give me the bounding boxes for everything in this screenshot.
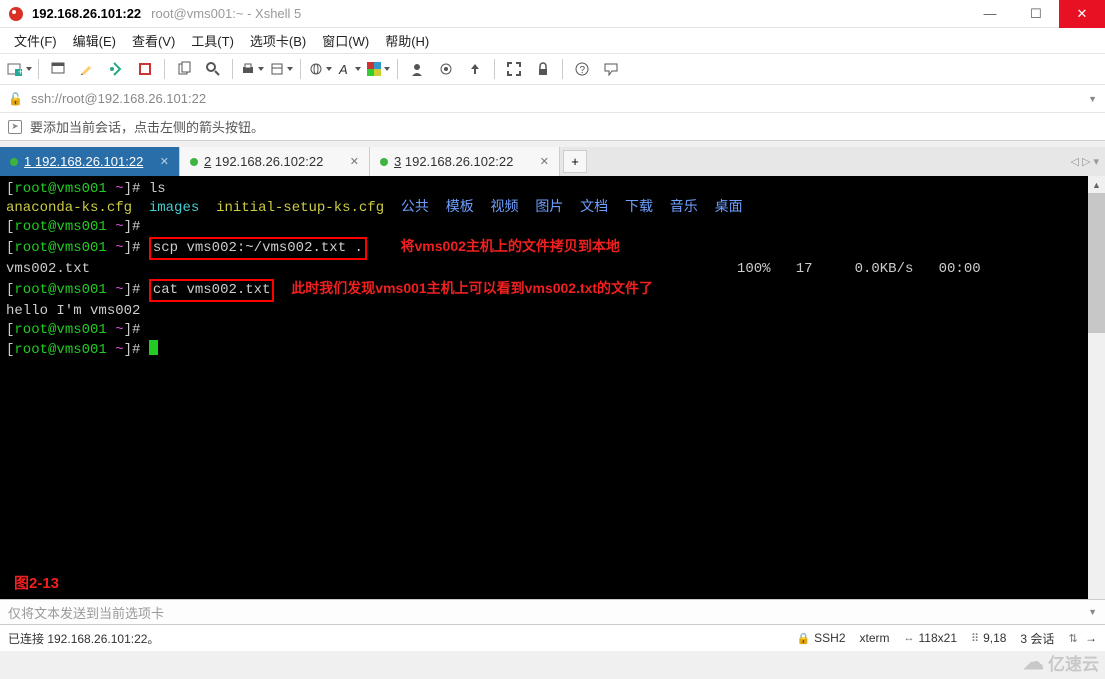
status-dot-icon [380,158,388,166]
menu-view[interactable]: 查看(V) [124,28,183,53]
lock-icon[interactable] [530,57,556,81]
globe-icon[interactable] [307,57,333,81]
tip-text: 要添加当前会话，点击左侧的箭头按钮。 [30,117,264,136]
session-tab-2[interactable]: 2 192.168.26.102:22 ✕ [180,147,370,176]
add-session-arrow-button[interactable]: ➤ [8,120,22,134]
upload-icon[interactable] [462,57,488,81]
new-tab-button[interactable]: + [563,150,587,173]
address-dropdown-icon[interactable]: ▼ [1088,94,1097,104]
watermark: ☁ 亿速云 [1023,650,1099,675]
grid-icon: ⠿ [971,632,979,645]
status-protocol: SSH2 [814,631,845,645]
size-icon: ↔ [904,632,915,644]
status-dot-icon [10,158,18,166]
svg-text:?: ? [580,65,586,76]
annotation-scp-text: 将vms002主机上的文件拷贝到本地 [401,238,620,254]
tab-nav-arrows[interactable]: ◁ ▷ ▾ [1070,147,1099,176]
window-title-sub: root@vms001:~ - Xshell 5 [151,6,301,21]
fullscreen-icon[interactable] [501,57,527,81]
send-mode-dropdown-icon[interactable]: ▼ [1088,607,1097,617]
send-input-placeholder: 仅将文本发送到当前选项卡 [8,603,164,622]
reconnect-icon[interactable] [103,57,129,81]
palette-icon[interactable] [365,57,391,81]
close-tab-icon[interactable]: ✕ [160,155,169,168]
properties-icon[interactable] [268,57,294,81]
status-term: xterm [860,631,890,645]
annotation-scp-box: scp vms002:~/vms002.txt . [149,237,367,260]
tab-strip: 1 192.168.26.101:22 ✕ 2 192.168.26.102:2… [0,147,1105,176]
address-bar[interactable]: 🔓 ssh://root@192.168.26.101:22 ▼ [0,85,1105,113]
status-sessions: 3 会话 [1020,630,1054,647]
sessions-icon[interactable] [45,57,71,81]
svg-text:+: + [18,67,23,77]
terminal-scrollbar[interactable]: ▲ [1088,176,1105,599]
transfer-arrows-icon: ⇅ [1068,632,1077,645]
menu-tools[interactable]: 工具(T) [183,28,242,53]
terminal-output[interactable]: [root@vms001 ~]# ls anaconda-ks.cfg imag… [0,176,1105,599]
session-tab-1[interactable]: 1 192.168.26.101:22 ✕ [0,147,180,176]
user-icon[interactable] [404,57,430,81]
minimize-button[interactable]: ― [967,0,1013,28]
app-icon [8,6,24,22]
status-bar: 已连接 192.168.26.101:22。 🔒 SSH2 xterm ↔ 118x… [0,625,1105,651]
menu-tabs[interactable]: 选项卡(B) [242,28,314,53]
close-button[interactable]: ✕ [1059,0,1105,28]
close-tab-icon[interactable]: ✕ [350,155,359,168]
terminal-cursor [149,340,158,355]
maximize-button[interactable]: ☐ [1013,0,1059,28]
svg-text:A: A [338,62,348,76]
status-cursor: 9,18 [983,631,1006,645]
status-connection: 已连接 192.168.26.101:22。 [8,630,159,647]
terminal-area[interactable]: [root@vms001 ~]# ls anaconda-ks.cfg imag… [0,176,1105,599]
scroll-thumb[interactable] [1088,193,1105,333]
tip-bar: ➤ 要添加当前会话，点击左侧的箭头按钮。 [0,113,1105,141]
window-title-host: 192.168.26.101:22 [32,6,141,21]
send-input-bar[interactable]: 仅将文本发送到当前选项卡 ▼ [0,599,1105,625]
annotation-cat-text: 此时我们发现vms001主机上可以看到vms002.txt的文件了 [291,280,653,296]
scroll-up-icon[interactable]: ▲ [1088,176,1105,193]
figure-label: 图2-13 [14,572,59,593]
new-session-button[interactable]: + [6,57,32,81]
address-text[interactable]: ssh://root@192.168.26.101:22 [31,91,1080,106]
annotation-cat-box: cat vms002.txt [149,279,275,302]
menu-file[interactable]: 文件(F) [6,28,65,53]
chat-icon[interactable] [598,57,624,81]
menu-bar: 文件(F) 编辑(E) 查看(V) 工具(T) 选项卡(B) 窗口(W) 帮助(… [0,28,1105,53]
copy-icon[interactable] [171,57,197,81]
print-icon[interactable] [239,57,265,81]
menu-window[interactable]: 窗口(W) [314,28,377,53]
close-tab-icon[interactable]: ✕ [540,155,549,168]
lock-status-icon: 🔒 [796,632,810,645]
menu-edit[interactable]: 编辑(E) [65,28,124,53]
help-icon[interactable]: ? [569,57,595,81]
menu-help[interactable]: 帮助(H) [377,28,437,53]
font-icon[interactable]: A [336,57,362,81]
lock-small-icon: 🔓 [8,92,23,106]
session-tab-3[interactable]: 3 192.168.26.102:22 ✕ [370,147,560,176]
status-dot-icon [190,158,198,166]
disconnect-icon[interactable] [132,57,158,81]
tunnel-icon[interactable] [433,57,459,81]
status-size: 118x21 [919,631,957,645]
title-bar: 192.168.26.101:22 root@vms001:~ - Xshell… [0,0,1105,28]
toolbar: + A ? [0,53,1105,85]
highlight-icon[interactable] [74,57,100,81]
search-icon[interactable] [200,57,226,81]
cloud-icon: ☁ [1023,650,1044,675]
